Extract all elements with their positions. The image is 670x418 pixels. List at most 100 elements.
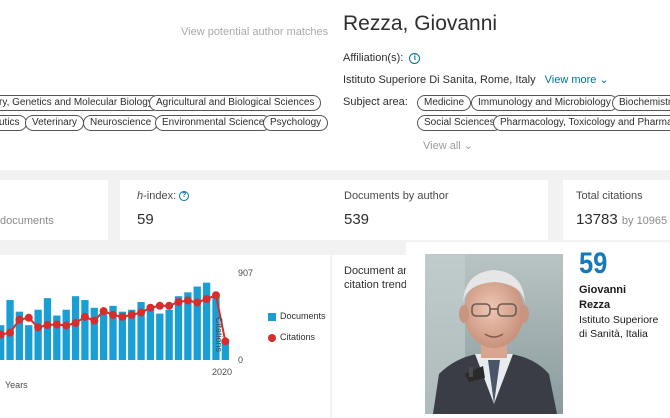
citations-point <box>193 298 202 307</box>
affiliation-text: Istituto Superiore Di Sanita, Rome, Ital… <box>343 74 536 86</box>
chevron-down-icon: ⌄ <box>599 74 609 86</box>
documents-bar <box>81 300 89 360</box>
citations-point <box>165 301 174 310</box>
citations-point <box>174 297 183 306</box>
hindex-label-rest: -index: <box>143 190 177 202</box>
documents-bar <box>0 325 5 360</box>
documents-bar <box>34 309 42 360</box>
overlay-last-name: Rezza <box>579 299 611 311</box>
citations-point <box>62 321 71 330</box>
citations-point <box>43 320 52 329</box>
y-tick-top: 907 <box>238 268 254 278</box>
hindex-card: h-index:? 59 <box>120 180 332 240</box>
subject-tag[interactable]: Neuroscience <box>83 115 159 131</box>
citations-point <box>71 319 80 328</box>
documents-bar <box>165 309 173 360</box>
citations-point <box>6 328 15 337</box>
legend-citations-label: Citations <box>280 332 316 342</box>
subject-tag[interactable]: Social Sciences <box>417 115 502 131</box>
y-tick-bottom: 0 <box>238 355 244 365</box>
author-overlay: 59 Giovanni Rezza Istituto Superiore di … <box>406 242 670 418</box>
subject-area-label: Subject area: <box>343 96 408 108</box>
subject-tag[interactable]: Immunology and Microbiology <box>471 95 618 111</box>
documents-bar <box>90 307 98 360</box>
documents-by-author-card[interactable]: Documents by author 539 <box>332 180 548 240</box>
subject-tag[interactable]: Psychology <box>263 115 329 131</box>
author-photo <box>425 254 563 414</box>
citations-point <box>202 295 211 304</box>
trend-label-line2: citation trend <box>344 279 407 291</box>
citations-point <box>146 303 155 312</box>
documents-by-author-label: Documents by author <box>344 190 449 202</box>
documents-bar <box>146 307 155 360</box>
documents-bar <box>25 325 33 360</box>
legend-citations[interactable]: Citations <box>268 332 315 342</box>
view-all-label: View all <box>423 140 461 152</box>
legend-documents[interactable]: Documents <box>268 311 326 321</box>
documents-bar <box>71 296 80 360</box>
help-icon[interactable]: ? <box>179 191 190 202</box>
documents-by-author-value: 539 <box>344 211 370 228</box>
chevron-down-icon: ⌄ <box>463 140 473 152</box>
author-name: Rezza, Giovanni <box>343 12 498 35</box>
legend-documents-swatch <box>268 312 276 321</box>
subject-tag[interactable]: Agricultural and Biological Sciences <box>149 95 322 111</box>
overlay-affiliation-line1: Istituto Superiore <box>579 314 659 326</box>
subject-tag[interactable]: Medicine <box>417 95 472 111</box>
citations-point <box>183 296 192 305</box>
subject-tag[interactable]: Environmental Science <box>155 115 272 131</box>
view-more-label: View more <box>544 74 597 86</box>
legend-documents-label: Documents <box>280 311 326 321</box>
citations-point <box>127 310 136 319</box>
citations-point <box>34 323 43 332</box>
info-icon[interactable]: i <box>409 52 421 64</box>
subject-tag[interactable]: Veterinary <box>25 115 85 131</box>
total-citations-number: 13783 <box>576 211 618 228</box>
documents-bar <box>193 286 201 360</box>
overlay-hindex-number: 59 <box>579 247 608 280</box>
x-tick-label: 2020 <box>212 367 233 377</box>
trend-label-line1: Document an <box>344 265 410 277</box>
citations-point <box>99 307 108 316</box>
documents-bars <box>0 282 229 360</box>
chart-card: 907 0 2020 Years Citations Documents Cit… <box>0 255 330 418</box>
documents-card-label: documents <box>0 215 54 227</box>
subject-tag[interactable]: Pharmacology, Toxicology and Pharmaceu <box>493 115 670 131</box>
documents-bar <box>43 298 52 360</box>
view-all-link[interactable]: View all ⌄ <box>423 139 473 152</box>
citations-point <box>80 312 89 321</box>
overlay-affiliation-line2: di Sanità, Italia <box>579 328 648 340</box>
citations-point <box>90 316 99 325</box>
view-potential-matches-link[interactable]: View potential author matches <box>181 26 328 38</box>
citations-point <box>15 315 24 324</box>
y-axis-label: Citations <box>214 317 224 353</box>
documents-bar <box>99 313 108 360</box>
documents-bar <box>156 313 164 360</box>
total-citations-card[interactable]: Total citations 13783 by 10965 d <box>563 180 670 240</box>
affiliation-label-text: Affiliation(s): <box>343 52 404 64</box>
documents-bar <box>202 282 211 360</box>
hindex-value: 59 <box>137 211 154 228</box>
legend-citations-swatch <box>268 333 276 342</box>
documents-bar <box>62 309 70 360</box>
citations-point <box>24 313 33 322</box>
affiliation-row: Istituto Superiore Di Sanita, Rome, Ital… <box>343 73 609 86</box>
citations-point <box>155 301 164 310</box>
total-citations-value: 13783 by 10965 d <box>576 211 670 228</box>
citations-point <box>52 320 61 329</box>
view-more-link[interactable]: View more ⌄ <box>545 74 609 86</box>
documents-card: documents <box>0 180 108 240</box>
x-axis-label: Years <box>5 380 28 390</box>
affiliation-label: Affiliation(s): i <box>343 52 421 64</box>
total-citations-by: by 10965 d <box>621 215 670 227</box>
subject-tag[interactable]: Biochemistry <box>612 95 670 111</box>
subject-tag[interactable]: utics <box>0 115 27 131</box>
citations-point <box>137 308 146 317</box>
citations-point <box>109 310 117 319</box>
citations-point <box>118 312 127 321</box>
citations-point <box>211 291 220 300</box>
overlay-first-name: Giovanni <box>579 284 627 296</box>
total-citations-label: Total citations <box>576 190 643 202</box>
subject-tag[interactable]: ry, Genetics and Molecular Biology <box>0 95 160 111</box>
hindex-label: h-index:? <box>137 190 190 202</box>
